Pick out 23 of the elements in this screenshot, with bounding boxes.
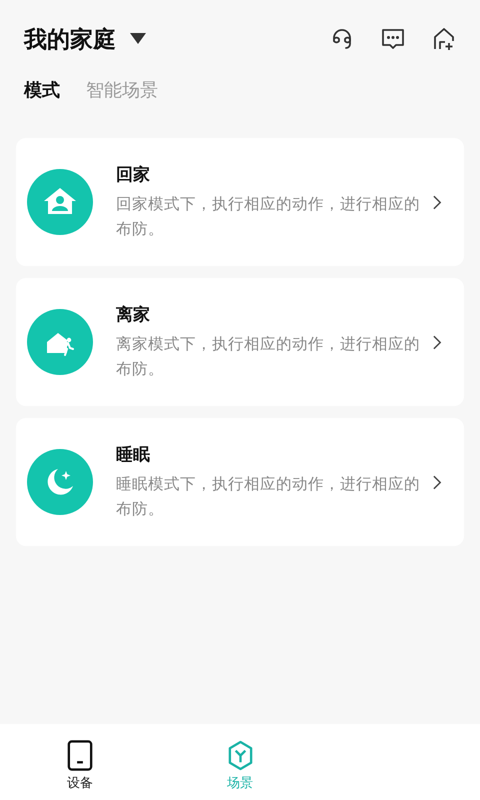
add-home-icon[interactable] — [432, 27, 456, 51]
chevron-right-icon — [433, 334, 442, 350]
mode-description: 睡眠模式下，执行相应的动作，进行相应的布防。 — [116, 474, 421, 520]
nav-tab[interactable]: 设备 — [0, 724, 160, 800]
mode-card[interactable]: 离家 离家模式下，执行相应的动作，进行相应的布防。 — [16, 278, 464, 406]
mode-description: 回家模式下，执行相应的动作，进行相应的布防。 — [116, 194, 421, 240]
chevron-right-icon — [433, 194, 442, 210]
mode-card[interactable]: 回家 回家模式下，执行相应的动作，进行相应的布防。 — [16, 138, 464, 266]
headset-icon[interactable] — [330, 27, 354, 51]
hexagon-y-icon — [226, 740, 254, 771]
chevron-right-icon — [433, 474, 442, 490]
house-walking-person-icon — [27, 309, 93, 375]
mode-title: 睡眠 — [116, 444, 151, 466]
home-title[interactable]: 我的家庭 — [24, 24, 116, 54]
mode-title: 回家 — [116, 164, 151, 186]
mode-description: 离家模式下，执行相应的动作，进行相应的布防。 — [116, 334, 421, 380]
message-icon[interactable] — [380, 27, 406, 51]
tab[interactable]: 模式 — [24, 78, 60, 102]
tablet-icon — [67, 740, 93, 771]
dropdown-caret-icon[interactable] — [130, 33, 146, 45]
mode-card[interactable]: 睡眠 睡眠模式下，执行相应的动作，进行相应的布防。 — [16, 418, 464, 546]
mode-title: 离家 — [116, 304, 151, 326]
house-person-icon — [27, 169, 93, 235]
